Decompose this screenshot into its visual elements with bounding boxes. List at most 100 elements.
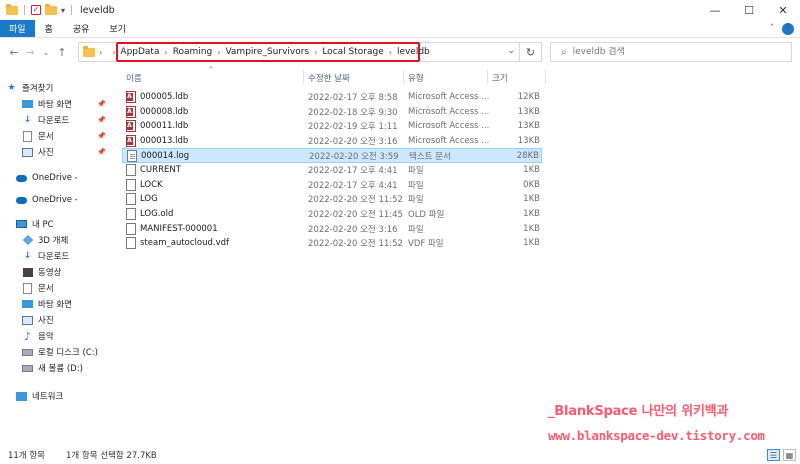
file-row[interactable]: 000011.ldb 2022-02-19 오후 1:11 Microsoft Ac… [122,119,542,134]
sidebar-item-pc-desktop[interactable]: 바탕 화면 [22,296,72,312]
sidebar-item-pictures[interactable]: 사진 📌 [22,144,114,160]
column-divider[interactable] [545,70,546,84]
sidebar-item-pc-pictures[interactable]: 사진 [22,312,54,328]
item-count: 11개 항목 [8,451,45,461]
file-icon [126,208,136,221]
sidebar-item-network[interactable]: 네트워크 [16,388,63,404]
chevron-right-icon[interactable]: › [99,48,102,57]
column-header-type[interactable]: 유형 [408,72,424,86]
forward-arrow-icon[interactable]: → [22,46,38,59]
file-type: OLD 파일 [408,210,445,221]
column-header-date[interactable]: 수정한 날짜 [308,72,350,86]
title-bar: ✓ ▾ leveldb — ☐ ✕ [0,0,800,20]
file-icon [126,164,136,177]
pin-icon: 📌 [97,132,106,140]
file-icon [126,222,136,235]
file-type: Microsoft Access ... [408,136,490,147]
column-divider[interactable] [487,70,488,84]
sidebar-item-desktop[interactable]: 바탕 화면 📌 [22,96,114,112]
sidebar-item-3d-objects[interactable]: 3D 개체 [22,232,68,248]
quick-access-toolbar: ✓ ▾ [0,3,74,15]
chevron-right-icon[interactable]: › [217,48,220,57]
3d-objects-icon [22,234,33,246]
file-row[interactable]: LOCK 2022-02-17 오후 4:41 파일 0KB [122,178,542,193]
minimize-button[interactable]: — [698,0,732,20]
sidebar-item-drive-d[interactable]: 새 볼륨 (D:) [22,360,83,376]
chevron-right-icon[interactable]: › [389,48,392,57]
expand-ribbon-icon[interactable]: ˇ [770,24,775,34]
sidebar-item-drive-c[interactable]: 로컬 디스크 (C:) [22,344,98,360]
breadcrumb-leveldb[interactable]: leveldb [397,47,430,57]
properties-icon[interactable]: ✓ [31,5,41,15]
network-icon [16,391,27,401]
file-date: 2022-02-20 오전 3:16 [308,224,398,235]
divider [71,5,73,15]
address-bar[interactable]: › › AppData › Roaming › Vampire_Survivor… [78,42,520,62]
column-divider[interactable] [403,70,404,84]
tab-view[interactable]: 보기 [99,20,136,37]
download-icon: ↓ [23,251,32,261]
search-input[interactable] [572,47,773,57]
chevron-right-icon[interactable]: › [314,48,317,57]
tab-home[interactable]: 홈 [35,20,63,37]
maximize-button[interactable]: ☐ [732,0,766,20]
cloud-icon [16,196,27,204]
tab-share[interactable]: 공유 [63,20,100,37]
customize-toolbar-icon[interactable]: ▾ [61,6,65,15]
sidebar-item-videos[interactable]: 동영상 [22,264,61,280]
file-row[interactable]: steam_autocloud.vdf 2022-02-20 오전 11:52 VD… [122,236,542,251]
sidebar-item-documents[interactable]: 문서 📌 [22,128,114,144]
sidebar-item-label: 네트워크 [32,392,64,402]
breadcrumb-roaming[interactable]: Roaming [173,47,213,57]
file-row[interactable]: 000005.ldb 2022-02-17 오후 8:58 Microsoft Ac… [122,90,542,105]
recent-locations-icon[interactable]: ⌄ [38,48,54,57]
help-icon[interactable]: ? [782,23,794,35]
file-row[interactable]: MANIFEST-000001 2022-02-20 오전 3:16 파일 1KB [122,221,542,236]
sidebar-item-label: 다운로드 [38,116,70,126]
file-row[interactable]: 000013.ldb 2022-02-20 오전 3:16 Microsoft Ac… [122,134,542,149]
up-arrow-icon[interactable]: ↑ [54,46,70,59]
desktop-icon [22,100,33,108]
file-row[interactable]: CURRENT 2022-02-17 오후 4:41 파일 1KB [122,163,542,178]
breadcrumb-local-storage[interactable]: Local Storage [322,47,383,57]
search-box[interactable]: ⌕ [550,42,792,62]
sidebar-item-downloads[interactable]: ↓ 다운로드 📌 [22,112,114,128]
chevron-right-icon[interactable]: › [112,48,115,57]
sidebar-item-quick-access[interactable]: ★ 즐겨찾기 [6,80,53,96]
file-size: 28KB [516,150,539,161]
file-row[interactable]: LOG 2022-02-20 오전 11:52 파일 1KB [122,192,542,207]
new-folder-icon[interactable] [45,3,57,15]
details-view-icon[interactable]: ☰ [767,449,780,461]
tab-file[interactable]: 파일 [0,20,35,37]
sidebar-item-pc-documents[interactable]: 문서 [22,280,54,296]
breadcrumb-vampire-survivors[interactable]: Vampire_Survivors [225,47,309,57]
file-row[interactable]: 000014.log 2022-02-20 오전 3:59 텍스트 문서 28KB [122,148,542,163]
sidebar-item-label: OneDrive - [32,173,78,183]
status-bar: 11개 항목 1개 항목 선택함 27.7KB ☰ ▦ [0,446,800,464]
sidebar-item-music[interactable]: ♪ 음악 [22,328,54,344]
breadcrumb-appdata[interactable]: AppData [120,47,159,57]
file-row[interactable]: LOG.old 2022-02-20 오전 11:45 OLD 파일 1KB [122,207,542,222]
sidebar-item-this-pc[interactable]: 내 PC [16,216,54,232]
file-name: CURRENT [140,165,181,176]
column-header-name[interactable]: 이름 [126,72,142,86]
file-size: 13KB [517,121,540,132]
close-button[interactable]: ✕ [766,0,800,20]
column-header-size[interactable]: 크기 [492,72,508,86]
address-history-chevron-icon[interactable]: ⌄ [507,46,515,56]
column-divider[interactable] [303,70,304,84]
sidebar-item-pc-downloads[interactable]: ↓ 다운로드 [22,248,70,264]
file-date: 2022-02-17 오후 4:41 [308,166,398,177]
sidebar-item-label: 바탕 화면 [38,100,72,110]
sidebar-item-onedrive-1[interactable]: OneDrive - [16,170,78,186]
chevron-right-icon[interactable]: › [164,48,167,57]
back-arrow-icon[interactable]: ← [6,46,22,59]
file-size: 1KB [523,209,540,220]
sidebar-item-onedrive-2[interactable]: OneDrive - [16,192,78,208]
sidebar-item-label: 동영상 [38,268,62,278]
file-row[interactable]: 000008.ldb 2022-02-18 오후 9:30 Microsoft Ac… [122,105,542,120]
large-icons-view-icon[interactable]: ▦ [783,449,796,461]
refresh-button[interactable]: ↻ [520,42,542,62]
sidebar-item-label: 다운로드 [38,252,70,262]
watermark-title: _BlankSpace 나만의 위키백과 [548,404,729,419]
